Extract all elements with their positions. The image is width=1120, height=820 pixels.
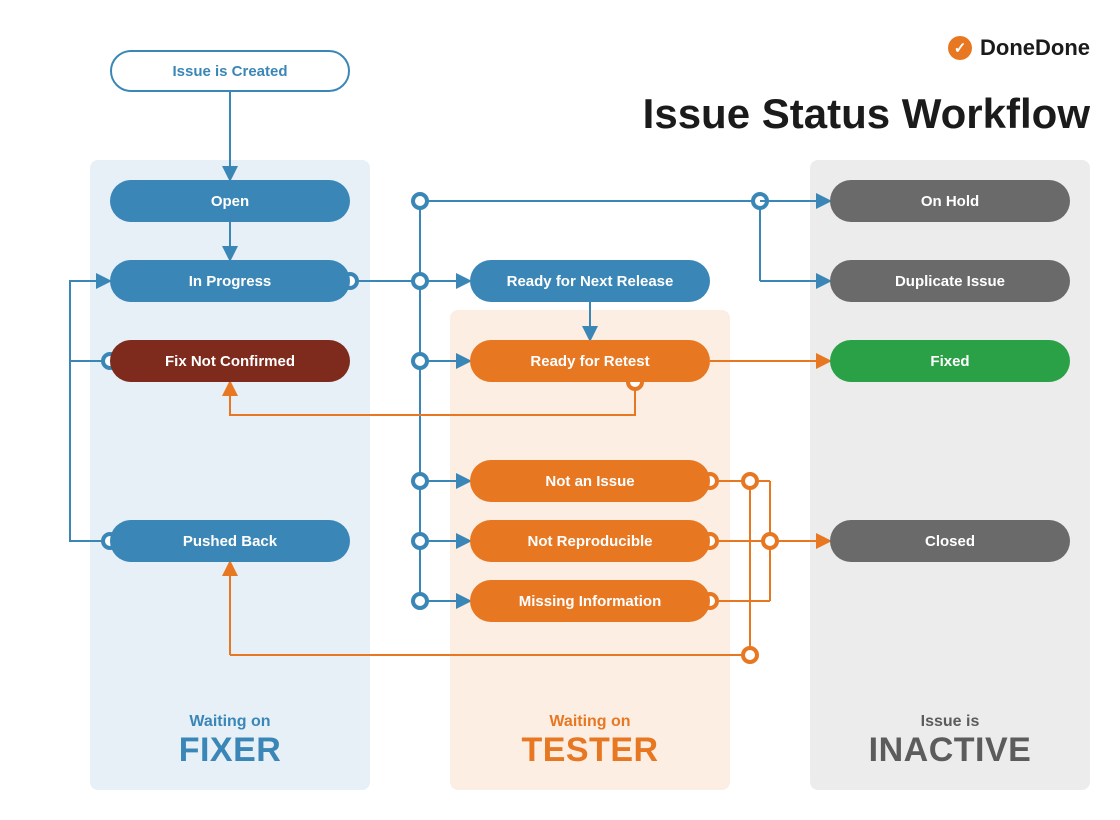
node-on-hold: On Hold <box>830 180 1070 222</box>
brand-name: DoneDone <box>980 35 1090 61</box>
lane-inactive-label: Issue is INACTIVE <box>810 713 1090 770</box>
brand-badge-icon: ✓ <box>948 36 972 60</box>
node-missing-information: Missing Information <box>470 580 710 622</box>
node-fix-not-confirmed: Fix Not Confirmed <box>110 340 350 382</box>
node-open: Open <box>110 180 350 222</box>
node-pushed-back: Pushed Back <box>110 520 350 562</box>
page-title: Issue Status Workflow <box>643 90 1090 138</box>
node-not-reproducible: Not Reproducible <box>470 520 710 562</box>
node-ready-retest: Ready for Retest <box>470 340 710 382</box>
lane-fixer: Waiting on FIXER <box>90 160 370 790</box>
lane-inactive: Issue is INACTIVE <box>810 160 1090 790</box>
node-closed: Closed <box>830 520 1070 562</box>
node-in-progress: In Progress <box>110 260 350 302</box>
node-start: Issue is Created <box>110 50 350 92</box>
node-duplicate: Duplicate Issue <box>830 260 1070 302</box>
node-not-an-issue: Not an Issue <box>470 460 710 502</box>
lane-fixer-label: Waiting on FIXER <box>90 713 370 770</box>
node-fixed: Fixed <box>830 340 1070 382</box>
brand: ✓ DoneDone <box>948 35 1090 61</box>
lane-tester-label: Waiting on TESTER <box>450 713 730 770</box>
node-ready-release: Ready for Next Release <box>470 260 710 302</box>
